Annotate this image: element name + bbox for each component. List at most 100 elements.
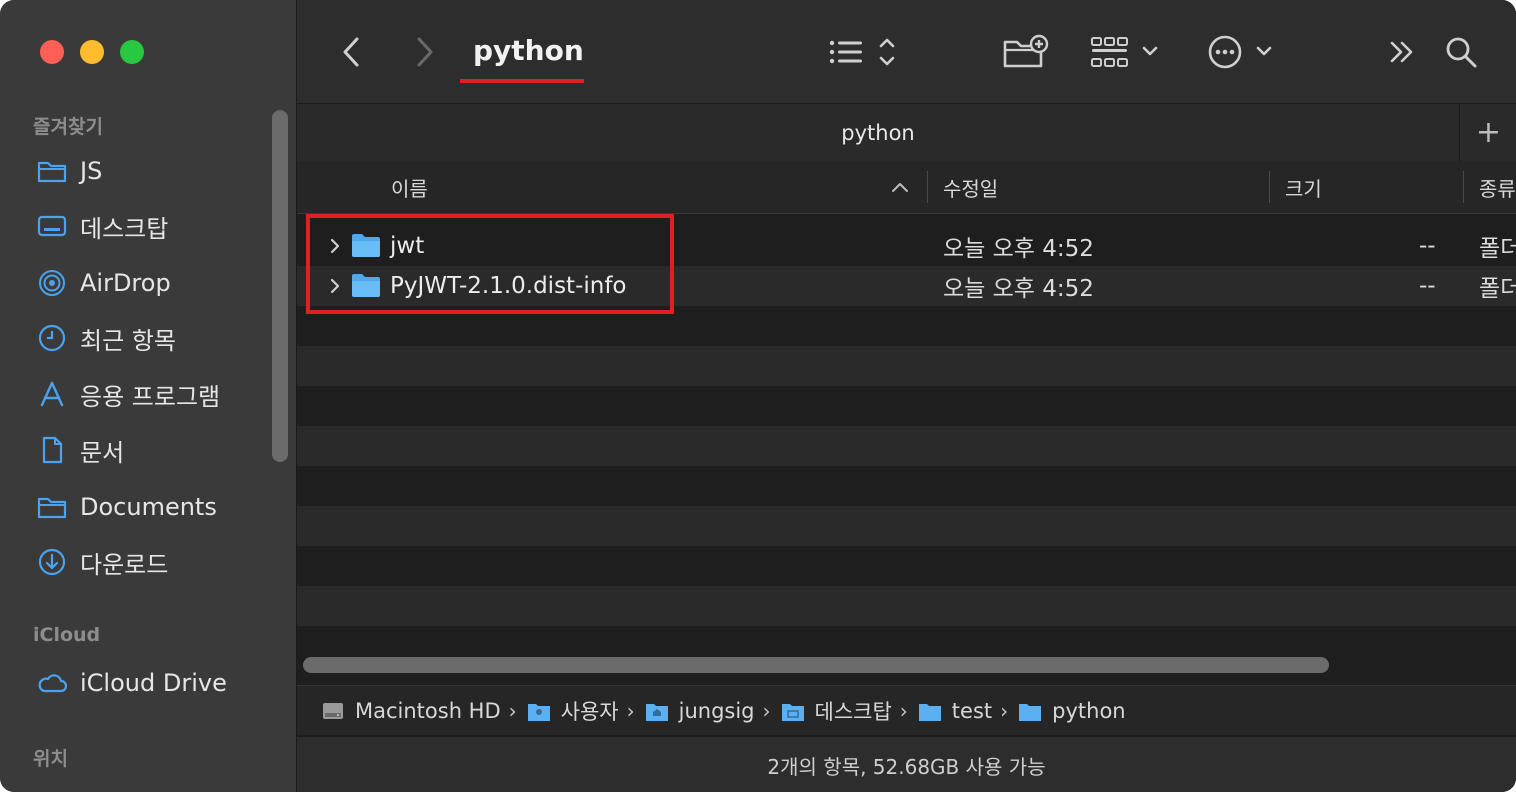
sidebar-item-label: 다운로드	[80, 550, 169, 579]
toolbar: python	[297, 0, 1516, 103]
empty-row	[297, 466, 1516, 506]
sidebar-item-documents[interactable]: Documents	[36, 487, 266, 527]
column-divider[interactable]	[1463, 171, 1464, 203]
sidebar-scrollbar[interactable]	[272, 110, 288, 462]
search-button[interactable]	[1443, 34, 1479, 70]
sidebar: 즐겨찾기 JS 데스크탑 AirDrop 최근 항목 응용 프로그램 문서 Do…	[0, 0, 297, 792]
sidebar-item-label: 문서	[80, 438, 125, 467]
tab-python[interactable]: python	[297, 104, 1459, 161]
new-folder-icon	[1003, 34, 1049, 68]
file-size: --	[1419, 273, 1436, 299]
chevron-right-icon: ›	[1000, 698, 1009, 723]
crumb-user-home[interactable]: jungsig	[645, 699, 755, 723]
empty-row	[297, 546, 1516, 586]
sidebar-item-applications[interactable]: 응용 프로그램	[36, 374, 266, 414]
column-date[interactable]: 수정일	[943, 161, 998, 213]
tab-bar: python +	[297, 103, 1516, 162]
back-button[interactable]	[337, 34, 365, 70]
double-chevron-right-icon	[1390, 41, 1413, 63]
list-view-icon	[829, 38, 895, 66]
sidebar-item-label: Documents	[80, 493, 217, 521]
search-icon	[1446, 37, 1477, 68]
ellipsis-circle-icon	[1208, 35, 1272, 69]
close-button[interactable]	[40, 40, 64, 64]
file-date: 오늘 오후 4:52	[943, 276, 1094, 302]
file-size: --	[1419, 233, 1436, 259]
group-button[interactable]	[1089, 32, 1163, 72]
document-icon	[36, 434, 68, 466]
add-tab-button[interactable]: +	[1459, 104, 1516, 161]
empty-row	[297, 426, 1516, 466]
chevron-right-icon: ›	[762, 698, 771, 723]
more-toolbar-items-button[interactable]	[1385, 34, 1419, 70]
sidebar-section-icloud: iCloud	[33, 624, 101, 646]
sidebar-item-label: AirDrop	[80, 269, 171, 297]
crumb-desktop[interactable]: 데스크탑	[781, 696, 892, 726]
new-folder-button[interactable]	[1001, 32, 1049, 72]
crumb-label: jungsig	[678, 698, 755, 723]
download-icon	[36, 546, 68, 578]
sidebar-item-airdrop[interactable]: AirDrop	[36, 263, 266, 303]
column-header: 이름 수정일 크기 종류	[297, 161, 1516, 214]
sidebar-item-label: 응용 프로그램	[80, 382, 221, 411]
column-kind[interactable]: 종류	[1479, 161, 1516, 213]
column-name[interactable]: 이름	[391, 161, 428, 213]
crumb-label: python	[1052, 698, 1126, 723]
sort-indicator	[891, 161, 909, 213]
zoom-button[interactable]	[120, 40, 144, 64]
sidebar-item-icloud-drive[interactable]: iCloud Drive	[36, 663, 266, 703]
empty-row	[297, 386, 1516, 426]
desktop-icon	[36, 210, 68, 242]
grid-icon	[1091, 37, 1158, 67]
annotation-underline	[460, 79, 584, 83]
window-title: python	[473, 34, 584, 67]
column-size[interactable]: 크기	[1285, 161, 1322, 213]
file-list: jwt 오늘 오후 4:52 -- 폴더 PyJWT-2.1.0.dist-in…	[297, 214, 1516, 654]
file-date: 오늘 오후 4:52	[943, 236, 1094, 262]
sidebar-item-label: 데스크탑	[80, 214, 169, 243]
sidebar-item-js[interactable]: JS	[36, 151, 266, 191]
folder-icon	[36, 491, 68, 523]
folder-icon	[1019, 703, 1042, 721]
chevron-right-icon: ›	[626, 698, 635, 723]
chevron-right-icon	[417, 37, 433, 67]
folder-icon	[918, 703, 941, 721]
sidebar-section-locations: 위치	[33, 748, 68, 770]
column-divider[interactable]	[927, 171, 928, 203]
column-divider[interactable]	[1269, 171, 1270, 203]
sidebar-item-downloads[interactable]: 다운로드	[36, 542, 266, 582]
sidebar-item-label: iCloud Drive	[80, 669, 227, 697]
crumb-label: 데스크탑	[814, 699, 892, 724]
action-menu-button[interactable]	[1207, 32, 1277, 72]
crumb-macintosh-hd[interactable]: Macintosh HD	[321, 699, 501, 723]
crumb-label: test	[951, 698, 993, 723]
cloud-icon	[36, 667, 68, 699]
annotation-box	[306, 214, 674, 314]
finder-window: 즐겨찾기 JS 데스크탑 AirDrop 최근 항목 응용 프로그램 문서 Do…	[0, 0, 1516, 792]
crumb-test[interactable]: test	[918, 699, 992, 723]
sidebar-item-desktop[interactable]: 데스크탑	[36, 206, 266, 246]
clock-icon	[36, 322, 68, 354]
path-bar: Macintosh HD › 사용자 › jungsig › 데스크탑 › te…	[297, 685, 1516, 735]
sidebar-item-label: JS	[80, 157, 103, 185]
empty-row	[297, 626, 1516, 654]
empty-row	[297, 346, 1516, 386]
crumb-python[interactable]: python	[1018, 698, 1126, 723]
sidebar-item-recents[interactable]: 최근 항목	[36, 318, 266, 358]
chevron-right-icon: ›	[508, 698, 517, 723]
view-options-button[interactable]	[827, 32, 901, 72]
minimize-button[interactable]	[80, 40, 104, 64]
desktop-folder-icon	[781, 703, 804, 721]
hard-drive-icon	[323, 702, 343, 719]
chevron-right-icon: ›	[899, 698, 908, 723]
crumb-users[interactable]: 사용자	[527, 696, 619, 726]
status-bar: 2개의 항목, 52.68GB 사용 가능	[297, 736, 1516, 792]
sidebar-item-label: 최근 항목	[80, 326, 176, 355]
crumb-label: 사용자	[560, 699, 619, 724]
airdrop-icon	[36, 267, 68, 299]
forward-button[interactable]	[411, 34, 439, 70]
folder-icon	[527, 703, 550, 721]
sidebar-item-documents-kr[interactable]: 문서	[36, 430, 266, 470]
chevron-up-icon	[892, 183, 908, 192]
horizontal-scrollbar[interactable]	[303, 657, 1329, 673]
